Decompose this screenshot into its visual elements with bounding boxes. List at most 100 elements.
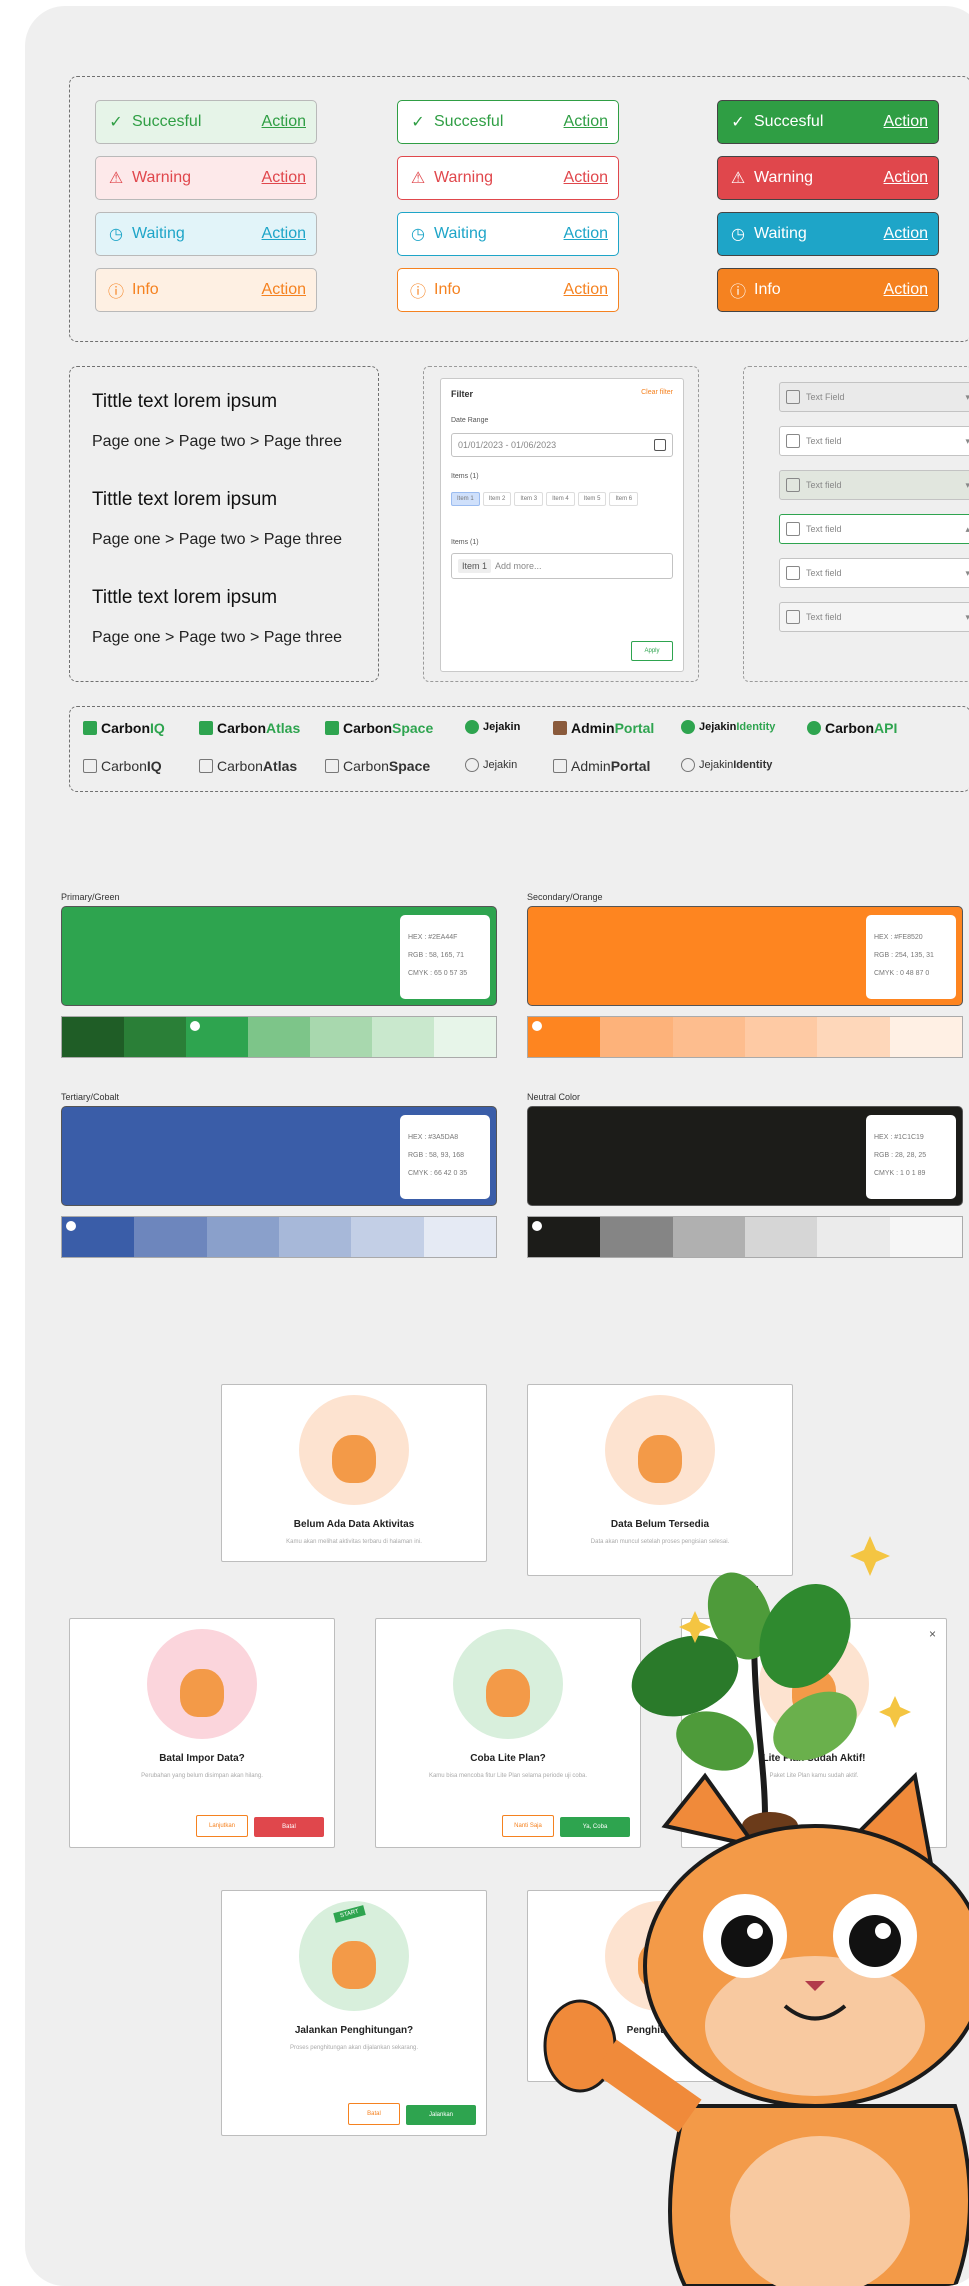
chevron-up-icon[interactable]: ▴ bbox=[965, 524, 969, 535]
toast-action-link[interactable]: Action bbox=[564, 281, 608, 299]
chevron-down-icon[interactable]: ▾ bbox=[965, 568, 969, 579]
dropdown-value: Text field bbox=[806, 612, 842, 622]
secondary-button[interactable]: Lanjutkan bbox=[196, 1815, 248, 1837]
check-circle-icon: ✓ bbox=[411, 114, 425, 131]
check-circle-icon: ✓ bbox=[731, 114, 745, 131]
dropdown-field[interactable]: Text field ▾ bbox=[779, 602, 969, 632]
items-label: Items (1) bbox=[451, 473, 479, 480]
date-range-value: 01/01/2023 - 01/06/2023 bbox=[458, 440, 557, 450]
dropdown-field[interactable]: Text field ▾ bbox=[779, 426, 969, 456]
field-icon bbox=[786, 566, 800, 580]
breadcrumb: Page one > Page two > Page three bbox=[92, 433, 342, 451]
date-range-input[interactable]: 01/01/2023 - 01/06/2023 bbox=[451, 433, 673, 457]
toast-label: Succesful bbox=[434, 113, 504, 130]
toast-action-link[interactable]: Action bbox=[564, 169, 608, 187]
toast-info: ⓘ Info Action bbox=[397, 268, 619, 312]
crumb-link[interactable]: Page one bbox=[92, 433, 161, 450]
crumb-link[interactable]: Page two bbox=[179, 531, 246, 548]
dropdown-field[interactable]: Text field ▾ bbox=[779, 558, 969, 588]
crumb-current: Page three bbox=[263, 433, 343, 450]
crumb-link[interactable]: Page two bbox=[179, 433, 246, 450]
jejakin-leaf-icon bbox=[465, 720, 479, 734]
shade-swatch bbox=[248, 1017, 310, 1057]
logo-mark-gray-icon bbox=[553, 759, 567, 773]
dropdown-value: Text field bbox=[806, 480, 842, 490]
logo-word: Carbon bbox=[217, 720, 266, 736]
logo-word-accent: Portal bbox=[614, 720, 655, 736]
shade-swatch bbox=[62, 1217, 135, 1257]
logo-word-accent: Atlas bbox=[266, 720, 301, 736]
toast-action-link[interactable]: Action bbox=[262, 169, 306, 187]
shade-strip bbox=[61, 1016, 497, 1058]
shade-swatch bbox=[372, 1017, 434, 1057]
filter-chip[interactable]: Item 2 bbox=[482, 492, 512, 506]
filter-chip[interactable]: Item 5 bbox=[577, 492, 607, 506]
toast-action-link[interactable]: Action bbox=[884, 225, 928, 243]
main-swatch: HEX : #2EA44F RGB : 58, 165, 71 CMYK : 65 … bbox=[61, 906, 497, 1006]
crumb-link[interactable]: Page one bbox=[92, 629, 161, 646]
chip-input[interactable]: Item 1 Add more... bbox=[451, 553, 673, 579]
chevron-down-icon[interactable]: ▾ bbox=[965, 612, 969, 623]
primary-button[interactable]: Batal bbox=[254, 1817, 324, 1837]
color-hex: HEX : #2EA44F bbox=[408, 934, 458, 941]
toast-waiting: ◷ Waiting Action bbox=[717, 212, 939, 256]
logo-word: Carbon bbox=[101, 758, 147, 774]
toast-action-link[interactable]: Action bbox=[884, 281, 928, 299]
empty-state-subtitle: Perubahan yang belum disimpan akan hilan… bbox=[141, 1773, 263, 1779]
dropdown-field[interactable]: Text field ▾ bbox=[779, 470, 969, 500]
apply-button[interactable]: Apply bbox=[631, 641, 673, 661]
info-circle-icon: ⓘ bbox=[729, 284, 746, 301]
crumb-link[interactable]: Page two bbox=[179, 629, 246, 646]
main-swatch: HEX : #1C1C19 RGB : 28, 28, 25 CMYK : 1 0 … bbox=[527, 1106, 963, 1206]
crumb-separator: > bbox=[164, 629, 175, 646]
dropdown-value: Text field bbox=[806, 524, 842, 534]
logo-mark-gray-icon bbox=[465, 758, 479, 772]
filter-chip[interactable]: Item 1 bbox=[451, 492, 480, 506]
crumb-link[interactable]: Page one bbox=[92, 531, 161, 548]
cat-face-icon bbox=[332, 1435, 376, 1483]
logo-word: Carbon bbox=[217, 758, 263, 774]
logo-word-accent: Portal bbox=[610, 758, 651, 774]
chevron-down-icon[interactable]: ▾ bbox=[965, 392, 969, 403]
chevron-down-icon[interactable]: ▾ bbox=[965, 436, 969, 447]
logo-word-accent: Identity bbox=[736, 721, 776, 733]
calendar-icon[interactable] bbox=[654, 439, 666, 451]
shade-swatch bbox=[889, 1217, 962, 1257]
filter-chip[interactable]: Item 3 bbox=[514, 492, 544, 506]
toast-action-link[interactable]: Action bbox=[262, 281, 306, 299]
secondary-button[interactable]: Batal bbox=[348, 2103, 400, 2125]
shade-swatch bbox=[889, 1017, 962, 1057]
logo-mark-gray-icon bbox=[325, 759, 339, 773]
color-hex: HEX : #FE8520 bbox=[874, 934, 923, 941]
toast-waiting: ◷ Waiting Action bbox=[397, 212, 619, 256]
dropdown-value: Text Field bbox=[806, 392, 845, 402]
toast-action-link[interactable]: Action bbox=[262, 113, 306, 131]
chevron-down-icon[interactable]: ▾ bbox=[965, 480, 969, 491]
filter-chip[interactable]: Item 6 bbox=[609, 492, 639, 506]
toast-action-link[interactable]: Action bbox=[262, 225, 306, 243]
logo-word-accent: IQ bbox=[146, 758, 162, 774]
empty-state-subtitle: Kamu akan melihat aktivitas terbaru di h… bbox=[286, 1539, 422, 1545]
toast-action-link[interactable]: Action bbox=[884, 113, 928, 131]
filter-chip[interactable]: Item 4 bbox=[546, 492, 575, 506]
shade-swatch bbox=[672, 1017, 745, 1057]
cat-icon bbox=[543, 1771, 969, 2286]
filter-title: Filter bbox=[451, 389, 474, 399]
shade-swatch bbox=[62, 1017, 124, 1057]
primary-button[interactable]: Jalankan bbox=[406, 2105, 476, 2125]
toast-action-link[interactable]: Action bbox=[564, 225, 608, 243]
empty-state-subtitle: Proses penghitungan akan dijalankan seka… bbox=[289, 2045, 419, 2051]
shade-swatch bbox=[672, 1217, 745, 1257]
dropdown-field[interactable]: Text Field ▾ bbox=[779, 382, 969, 412]
dropdown-field[interactable]: Text field ▴ bbox=[779, 514, 969, 544]
toast-action-link[interactable]: Action bbox=[884, 169, 928, 187]
chip[interactable]: Item 1 bbox=[458, 559, 492, 573]
shade-swatch bbox=[744, 1017, 818, 1057]
logo-gray: Jejakin Identity bbox=[681, 758, 772, 772]
clear-filter-link[interactable]: Clear filter bbox=[641, 389, 673, 396]
info-circle-icon: ⓘ bbox=[107, 284, 124, 301]
color-rgb: RGB : 58, 93, 168 bbox=[408, 1152, 465, 1159]
toast-action-link[interactable]: Action bbox=[564, 113, 608, 131]
palette-title: Secondary/Orange bbox=[527, 892, 603, 902]
logo-color: Jejakin Identity bbox=[681, 720, 775, 734]
